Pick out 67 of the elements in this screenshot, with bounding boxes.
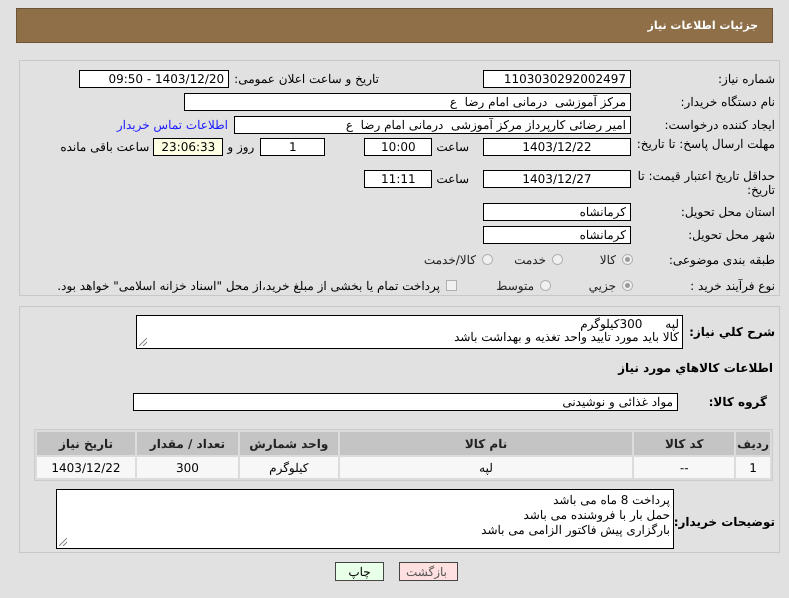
option-label: کالا/خدمت xyxy=(424,252,476,266)
option-label: خدمت xyxy=(514,252,546,266)
text-field[interactable]: امیر رضائی کارپرداز مرکز آموزشی درمانی امام رضا ع xyxy=(234,116,631,134)
text-line: لپه 300کیلوگرم xyxy=(580,318,679,331)
text-field[interactable]: 1403/12/27 xyxy=(483,170,631,188)
field-label: شماره نیاز: xyxy=(717,72,775,86)
radio-button[interactable] xyxy=(540,280,551,291)
text-field[interactable]: کرمانشاه xyxy=(483,226,631,244)
field-label: گروه کالا: xyxy=(708,395,767,409)
text-field[interactable]: 10:00 xyxy=(364,138,432,156)
text-field[interactable]: مرکز آموزشی درمانی امام رضا ع xyxy=(184,93,631,111)
field-label: حداقل تاریخ اعتبار قیمت: تا تاریخ: xyxy=(636,169,775,197)
table-cell: کیلوگرم xyxy=(240,457,338,478)
option-label: متوسط xyxy=(496,278,534,292)
text-field[interactable]: 11:11 xyxy=(364,170,432,188)
table-cell: لپه xyxy=(340,457,632,478)
table-cell: 300 xyxy=(136,457,238,478)
column-header: نام کالا xyxy=(340,432,632,455)
table-cell: 1 xyxy=(736,457,770,478)
radio-button[interactable] xyxy=(552,254,563,265)
radio-button[interactable] xyxy=(482,254,493,265)
field-label: روز و xyxy=(227,140,254,154)
radio-button[interactable] xyxy=(622,254,633,265)
text-line: پرداخت 8 ماه می باشد xyxy=(553,493,670,508)
table-cell: -- xyxy=(634,457,734,478)
column-header: تعداد / مقدار xyxy=(136,432,238,455)
description-field[interactable]: لپه 300کیلوگرم کالا باید مورد تایید واحد تغذیه و بهداشت باشد xyxy=(136,315,683,349)
text-field[interactable]: 1103030292002497 xyxy=(483,70,631,88)
field-label: ساعت باقی مانده xyxy=(60,140,150,154)
text-field[interactable]: کرمانشاه xyxy=(483,203,631,221)
field-label: طبقه بندی موضوعی: xyxy=(668,252,775,266)
resize-grip-icon xyxy=(59,538,67,546)
field-label: نوع فرآیند خرید : xyxy=(689,278,775,292)
field-label: شهر محل تحویل: xyxy=(687,228,775,242)
column-header: واحد شمارش xyxy=(240,432,338,455)
field-label: شرح کلي نیاز: xyxy=(688,325,775,339)
field-label: تاریخ و ساعت اعلان عمومی: xyxy=(234,72,379,86)
checkbox-label: پرداخت تمام یا بخشی از مبلغ خرید،از محل "اسناد خزانه اسلامی" خواهد بود. xyxy=(57,278,440,292)
section-heading: اطلاعات کالاهاي مورد نیاز xyxy=(616,361,773,377)
table-cell: 1403/12/22 xyxy=(37,457,135,478)
text-line: حمل بار با فروشنده می باشد xyxy=(524,508,670,523)
contact-link[interactable]: اطلاعات تماس خریدار xyxy=(116,118,228,132)
radio-button[interactable] xyxy=(622,280,633,291)
back-button[interactable]: بازگشت xyxy=(399,562,458,581)
field-label: ساعت xyxy=(436,172,469,186)
field-label: ایجاد کننده درخواست: xyxy=(663,118,775,132)
text-field[interactable]: مواد غذائی و نوشیدنی xyxy=(133,393,678,411)
text-line: کالا باید مورد تایید واحد تغذیه و بهداشت باشد xyxy=(454,331,679,344)
field-label: نام دستگاه خریدار: xyxy=(680,95,775,109)
text-line: بارگزاری پیش فاکتور الزامی می باشد xyxy=(481,523,670,538)
text-field[interactable]: 1403/12/22 xyxy=(483,138,631,156)
column-header: ردیف xyxy=(736,432,770,455)
field-label: مهلت ارسال پاسخ: تا تاریخ: xyxy=(636,137,775,151)
timer-field[interactable]: 23:06:33 xyxy=(153,138,224,156)
option-label: کالا xyxy=(600,252,616,266)
print-button[interactable]: چاپ xyxy=(335,562,384,581)
option-label: جزیي xyxy=(588,278,616,292)
field-label: ساعت xyxy=(436,140,469,154)
notes-field[interactable]: پرداخت 8 ماه می باشد حمل بار با فروشنده می باشد بارگزاری پیش فاکتور الزامی می باشد xyxy=(56,489,674,549)
resize-grip-icon xyxy=(139,338,147,346)
checkbox[interactable] xyxy=(446,280,457,291)
text-field[interactable]: 1 xyxy=(260,138,326,156)
field-label: استان محل تحویل: xyxy=(680,205,775,219)
text-field[interactable]: 1403/12/20 - 09:50 xyxy=(79,70,230,88)
column-header: تاریخ نیاز xyxy=(37,432,135,455)
page-title: جزئیات اطلاعات نیاز xyxy=(648,19,758,32)
column-header: کد کالا xyxy=(634,432,734,455)
